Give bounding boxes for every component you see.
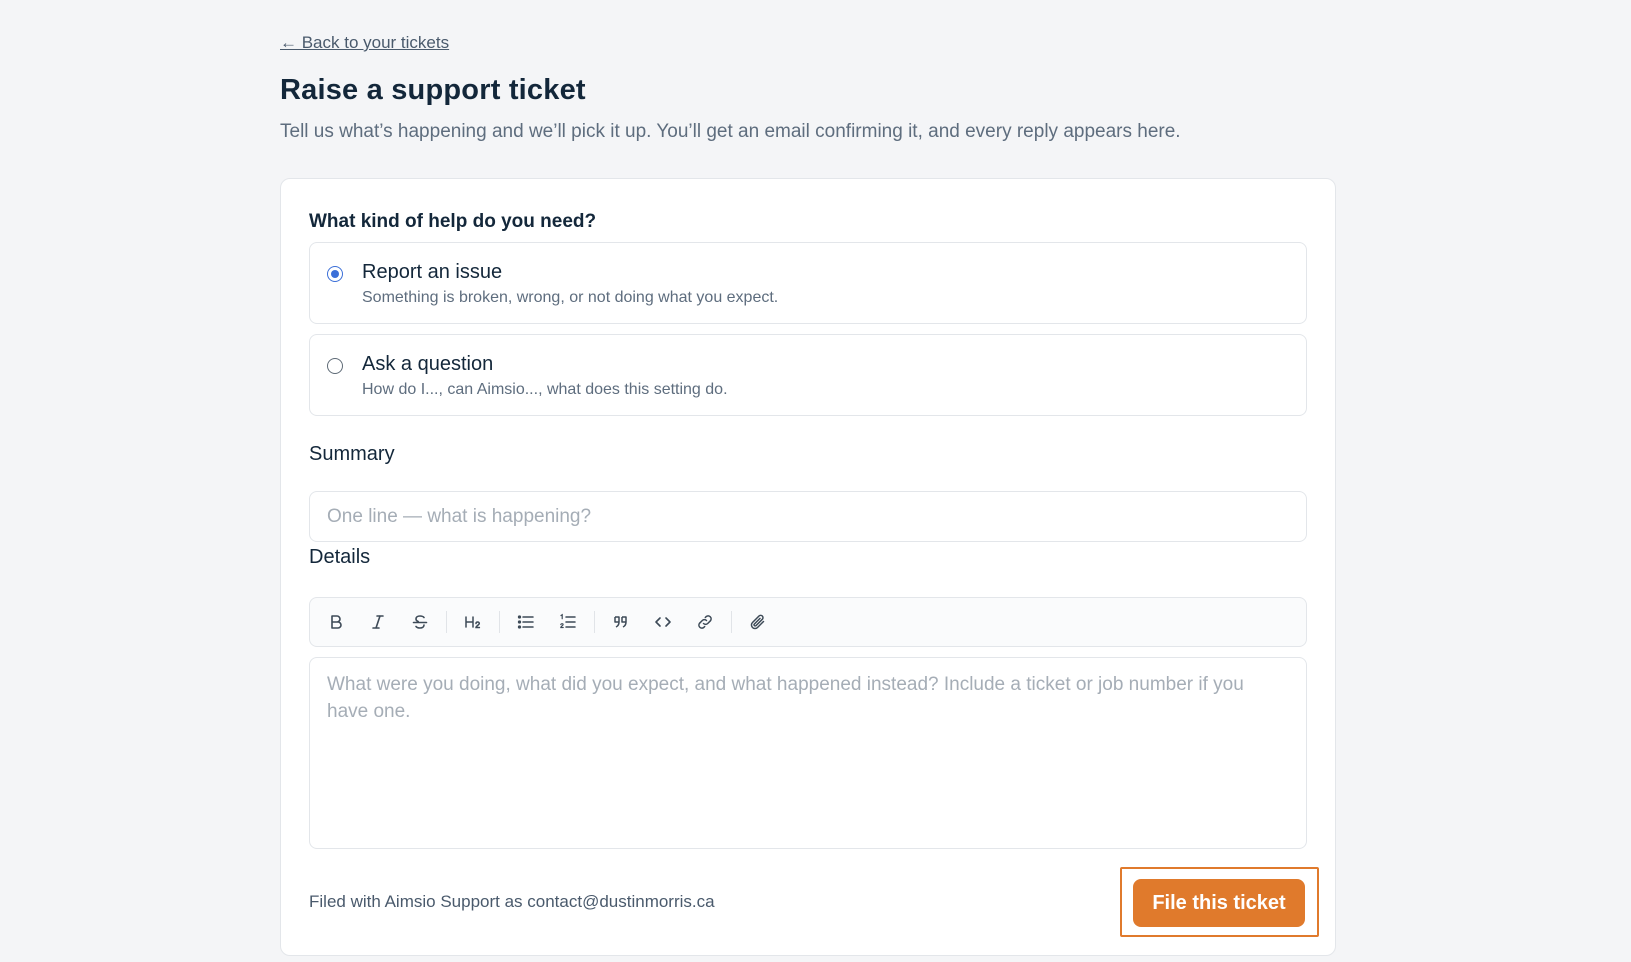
option-description: How do I..., can Aimsio..., what does th… — [362, 381, 728, 398]
link-icon[interactable] — [687, 606, 723, 638]
option-description: Something is broken, wrong, or not doing… — [362, 289, 779, 306]
bullet-list-icon[interactable] — [508, 606, 544, 638]
page-subtitle: Tell us what’s happening and we’ll pick … — [280, 121, 1181, 142]
details-textarea[interactable] — [309, 657, 1307, 849]
ticket-form-card: What kind of help do you need? Report an… — [280, 178, 1336, 956]
back-to-tickets-link[interactable]: ← Back to your tickets — [280, 33, 449, 53]
editor-toolbar — [309, 597, 1307, 647]
quote-icon[interactable] — [603, 606, 639, 638]
code-icon[interactable] — [645, 606, 681, 638]
toolbar-divider — [446, 611, 447, 633]
filed-as-note: Filed with Aimsio Support as contact@dus… — [309, 892, 715, 911]
ask-question-radio[interactable] — [327, 358, 343, 374]
summary-input[interactable] — [309, 491, 1307, 542]
attachment-icon[interactable] — [740, 606, 776, 638]
option-ask-question[interactable]: Ask a question How do I..., can Aimsio..… — [309, 334, 1307, 416]
bold-icon[interactable] — [318, 606, 354, 638]
numbered-list-icon[interactable] — [550, 606, 586, 638]
report-issue-radio[interactable] — [327, 266, 343, 282]
summary-label: Summary — [309, 443, 395, 465]
strikethrough-icon[interactable] — [402, 606, 438, 638]
toolbar-divider — [499, 611, 500, 633]
page-title: Raise a support ticket — [280, 74, 586, 106]
option-title: Report an issue — [362, 261, 503, 283]
option-report-issue[interactable]: Report an issue Something is broken, wro… — [309, 242, 1307, 324]
help-type-label: What kind of help do you need? — [309, 211, 597, 232]
heading-2-icon[interactable] — [455, 606, 491, 638]
italic-icon[interactable] — [360, 606, 396, 638]
toolbar-divider — [594, 611, 595, 633]
details-label: Details — [309, 546, 371, 568]
toolbar-divider — [731, 611, 732, 633]
file-ticket-button[interactable]: File this ticket — [1133, 879, 1305, 927]
option-title: Ask a question — [362, 353, 494, 375]
